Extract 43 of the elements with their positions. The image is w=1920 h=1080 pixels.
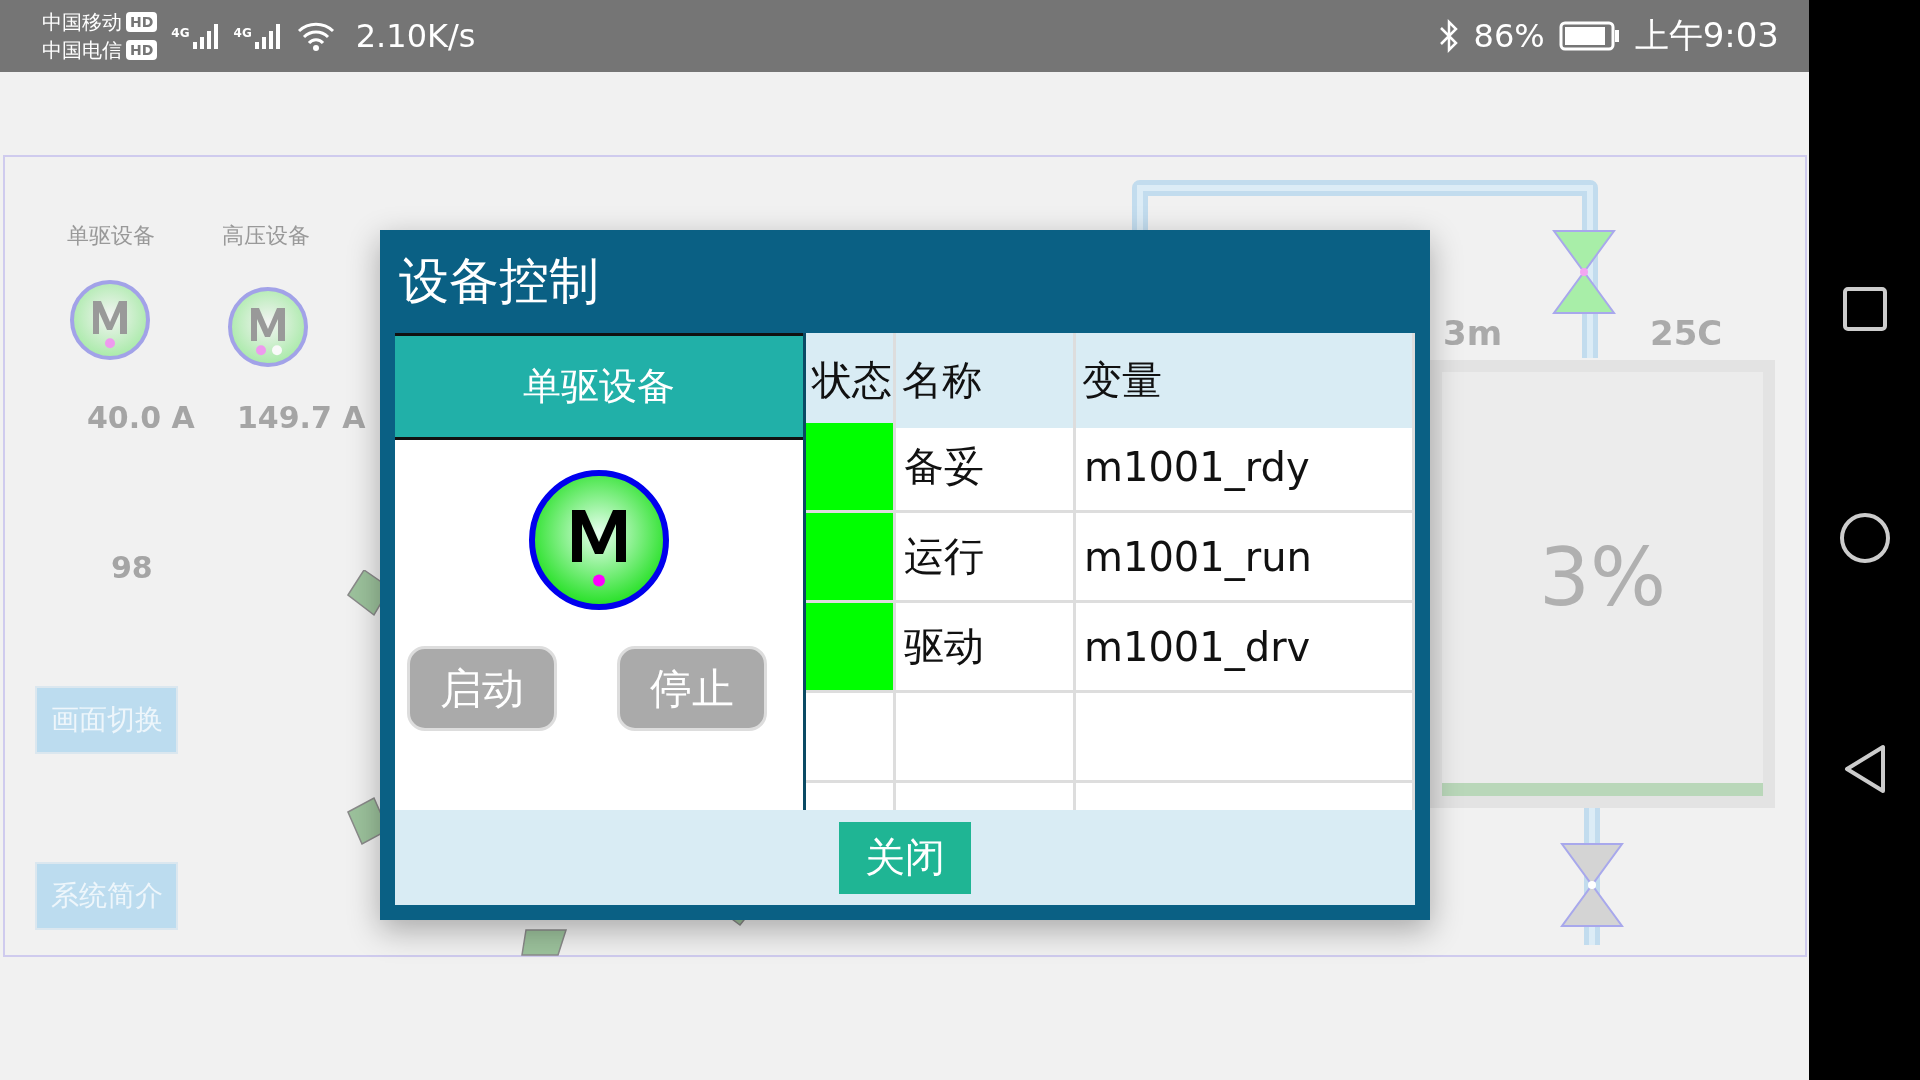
value-reading: 98	[111, 550, 153, 585]
device-label: 单驱设备	[67, 222, 155, 250]
column-header: 变量	[1076, 333, 1415, 428]
column-header: 名称	[896, 333, 1076, 428]
wifi-icon	[295, 20, 336, 52]
battery-icon	[1558, 21, 1621, 51]
tank-percent: 3%	[1539, 531, 1666, 625]
device-label: 高压设备	[222, 222, 310, 250]
network-type: 4G	[171, 26, 190, 40]
control-button[interactable]: 启动	[407, 646, 557, 731]
current-reading: 40.0 A	[87, 400, 195, 435]
tank-temperature: 25C	[1650, 313, 1723, 353]
current-reading: 149.7 A	[237, 400, 366, 435]
hd-badge: HD	[126, 12, 158, 32]
motor-icon	[527, 468, 671, 612]
back-icon[interactable]	[1842, 744, 1887, 794]
clock: 上午9:03	[1634, 14, 1779, 57]
table-cell: m1001_rdy	[1076, 423, 1415, 513]
control-button[interactable]: 停止	[617, 646, 767, 731]
recent-apps-icon[interactable]	[1841, 286, 1888, 332]
signal-icon	[191, 22, 220, 50]
valve-icon	[1560, 842, 1624, 928]
table-cell: m1001_run	[1076, 513, 1415, 603]
table-cell: 备妥	[896, 423, 1076, 513]
motor-icon	[68, 278, 152, 362]
home-icon[interactable]	[1838, 512, 1891, 564]
table-cell: 运行	[896, 513, 1076, 603]
battery-percent: 86%	[1473, 17, 1545, 55]
network-type: 4G	[233, 26, 252, 40]
valve-icon	[1552, 229, 1616, 315]
bluetooth-icon	[1437, 19, 1460, 53]
dialog-title: 设备控制	[399, 251, 599, 312]
signal-icon	[253, 22, 282, 50]
table-cell: m1001_drv	[1076, 603, 1415, 693]
carrier-name: 中国电信	[42, 37, 122, 63]
hd-badge: HD	[126, 40, 158, 60]
table-cell: 驱动	[896, 603, 1076, 693]
close-button[interactable]: 关闭	[839, 821, 971, 894]
tank-height: 3m	[1443, 313, 1503, 353]
motor-icon	[226, 285, 310, 369]
carrier-name: 中国移动	[42, 9, 122, 35]
network-speed: 2.10K/s	[355, 17, 476, 55]
device-header: 单驱设备	[395, 333, 803, 440]
